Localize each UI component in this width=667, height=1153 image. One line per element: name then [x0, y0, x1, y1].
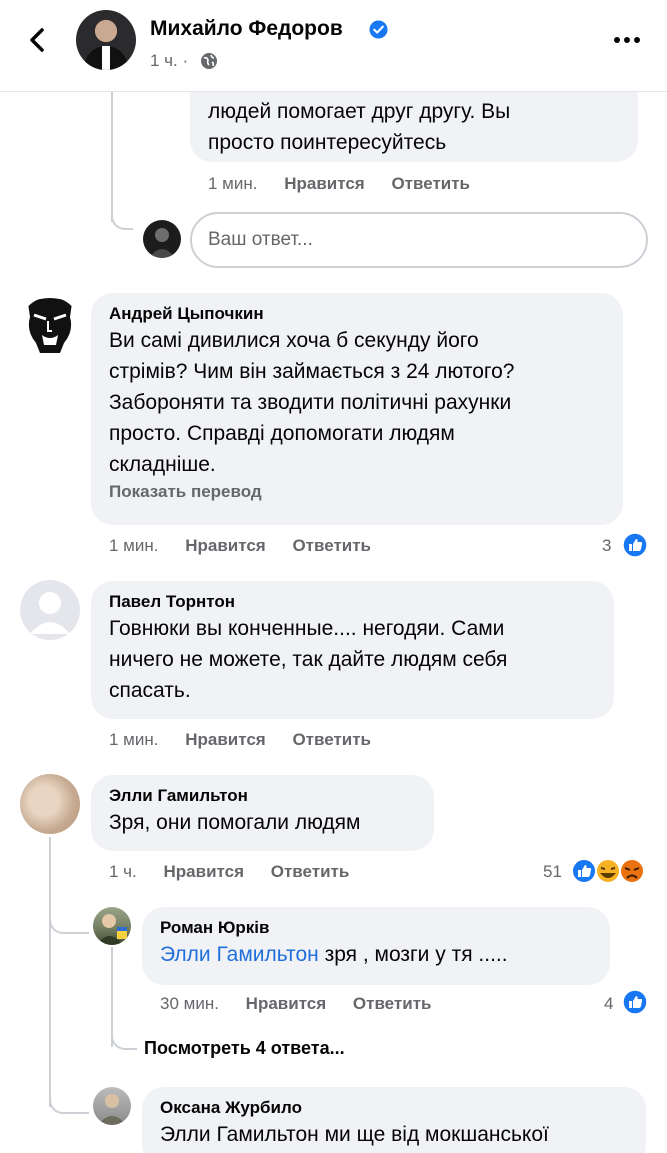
comment-text: просто. Справді допомогати людям — [109, 422, 455, 445]
post-time: 1 ч. · — [150, 51, 189, 70]
thread-line — [111, 92, 113, 222]
reaction-count[interactable]: 3 — [602, 536, 611, 556]
comment-text: Ви самі дивилися хоча б секунду його — [109, 329, 479, 352]
reply-actions: 30 мин. Нравится Ответить — [160, 994, 453, 1014]
screen: Михайло Федоров 1 ч. · людей помогает др… — [0, 0, 667, 1153]
globe-icon — [201, 53, 217, 69]
comment-text: стрімів? Чим він займається з 24 лютого? — [109, 360, 515, 383]
comment-author[interactable]: Элли Гамильтон — [109, 785, 416, 807]
avatar[interactable] — [20, 580, 80, 640]
avatar[interactable] — [93, 907, 131, 945]
comment-bubble: Павел Торнтон Говнюки вы конченные.... н… — [91, 581, 614, 719]
like-button[interactable]: Нравится — [164, 862, 245, 881]
reply-bubble: Роман Юрків Элли Гамильтон зря , мозги у… — [142, 907, 610, 985]
reply-input[interactable]: Ваш ответ... — [190, 212, 648, 268]
comment-bubble: Андрей Цыпочкин Ви самі дивилися хоча б … — [91, 293, 623, 525]
thread-connector — [111, 1032, 137, 1050]
comment-text: складніше. — [109, 453, 216, 476]
like-button[interactable]: Нравится — [246, 994, 327, 1013]
comment-text: Зря, они помогали людям — [109, 811, 361, 834]
avatar[interactable] — [93, 1087, 131, 1125]
show-translation-link[interactable]: Показать перевод — [109, 482, 605, 502]
reply-button[interactable]: Ответить — [292, 730, 371, 749]
comment-text: спасать. — [109, 679, 191, 702]
verified-badge-icon — [369, 20, 388, 39]
reply-author[interactable]: Оксана Журбило — [160, 1097, 628, 1119]
like-button[interactable]: Нравится — [284, 174, 365, 193]
comment-time: 1 ч. — [109, 862, 137, 881]
comment-actions: 1 мин. Нравится Ответить — [109, 536, 393, 556]
like-button[interactable]: Нравится — [185, 536, 266, 555]
like-button[interactable]: Нравится — [185, 730, 266, 749]
comment-actions: 1 мин. Нравится Ответить — [109, 730, 393, 750]
reply-bubble: Оксана Журбило Элли Гамильтон ми ще від … — [142, 1087, 646, 1153]
comment-author[interactable]: Павел Торнтон — [109, 591, 596, 613]
my-avatar — [143, 220, 181, 258]
reply-text: ми ще від мокшанської — [318, 1123, 549, 1146]
reply-author[interactable]: Роман Юрків — [160, 917, 592, 939]
mention-link[interactable]: Элли Гамильтон — [160, 1123, 319, 1146]
thread-connector — [111, 210, 133, 230]
reply-button[interactable]: Ответить — [271, 862, 350, 881]
like-reaction-icon — [622, 532, 648, 558]
author-avatar[interactable] — [76, 10, 136, 70]
comments-area: людей помогает друг другу. Вы просто пои… — [0, 72, 667, 1153]
comment-actions: 1 мин. Нравится Ответить — [208, 174, 492, 194]
comment-author[interactable]: Андрей Цыпочкин — [109, 303, 605, 325]
avatar[interactable] — [20, 774, 80, 834]
comment-text: Забороняти та зводити політичні рахунки — [109, 391, 512, 414]
reactions-icons — [571, 858, 645, 884]
back-arrow-icon[interactable] — [22, 24, 54, 56]
comment-bubble: Элли Гамильтон Зря, они помогали людям — [91, 775, 434, 851]
thread-connector — [49, 1092, 89, 1114]
reply-text: зря , мозги у тя ..... — [318, 943, 508, 966]
author-name[interactable]: Михайло Федоров — [150, 17, 343, 41]
thread-connector — [49, 912, 89, 934]
reply-button[interactable]: Ответить — [353, 994, 432, 1013]
comment-time: 1 мин. — [208, 174, 258, 193]
reaction-count[interactable]: 51 — [543, 862, 562, 882]
comment-text: людей помогает друг другу. Вы — [208, 100, 511, 123]
reply-button[interactable]: Ответить — [391, 174, 470, 193]
comment-text: просто поинтересуйтесь — [208, 131, 447, 154]
thread-line — [49, 837, 51, 1107]
comment-time: 1 мин. — [109, 536, 159, 555]
more-icon[interactable] — [612, 30, 642, 50]
comment-time: 1 мин. — [109, 730, 159, 749]
like-reaction-icon — [622, 989, 648, 1015]
post-header: Михайло Федоров 1 ч. · — [0, 0, 667, 92]
reply-time: 30 мин. — [160, 994, 219, 1013]
mention-link[interactable]: Элли Гамильтон — [160, 943, 319, 966]
reaction-count[interactable]: 4 — [604, 994, 613, 1014]
comment-actions: 1 ч. Нравится Ответить — [109, 862, 371, 882]
view-more-replies-link[interactable]: Посмотреть 4 ответа... — [144, 1038, 345, 1059]
comment-text: Говнюки вы конченные.... негодяи. Сами — [109, 617, 505, 640]
avatar[interactable] — [20, 297, 80, 357]
comment-text: ничего не можете, так дайте людям себя — [109, 648, 508, 671]
reply-button[interactable]: Ответить — [292, 536, 371, 555]
